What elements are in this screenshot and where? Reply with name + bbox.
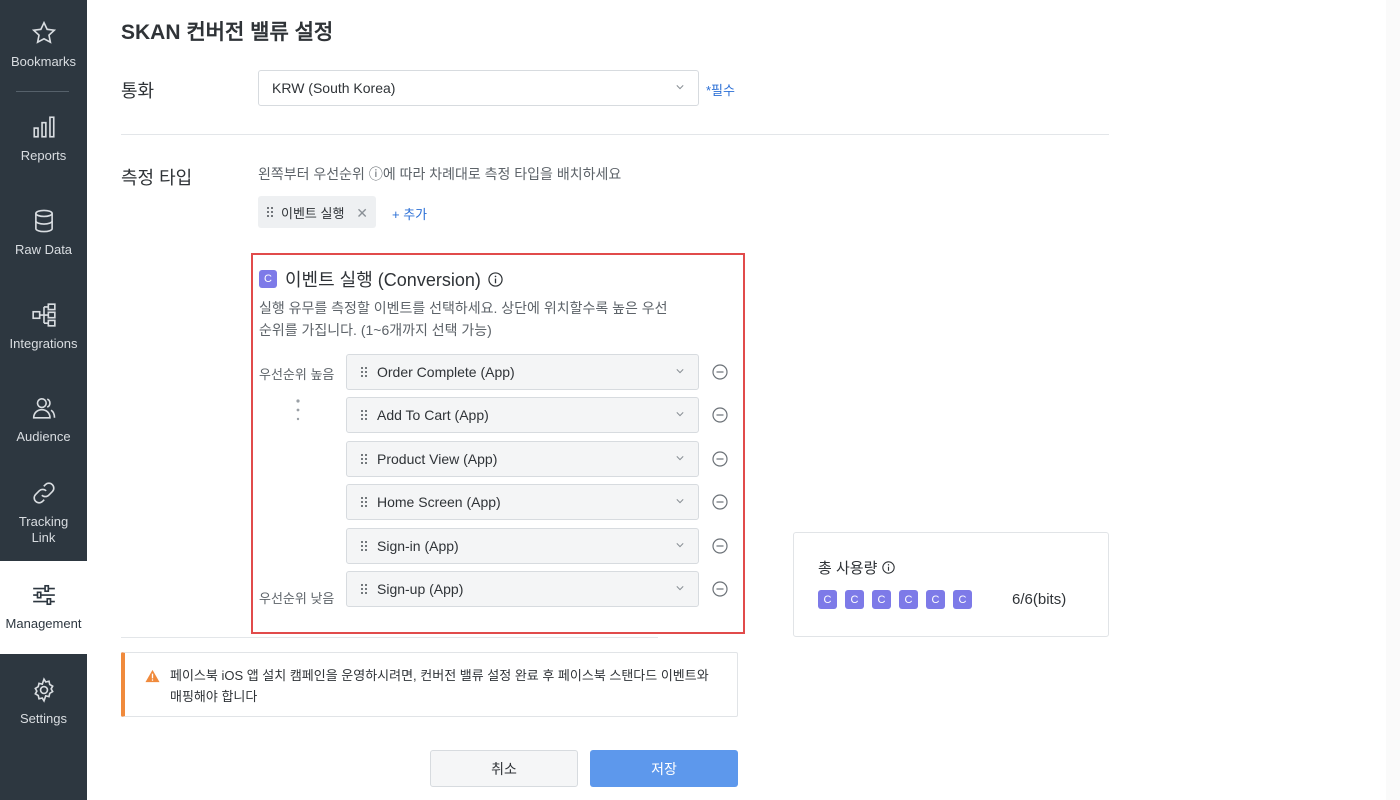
currency-value: KRW (South Korea) — [272, 80, 396, 96]
sidebar-item-label: Integrations — [9, 336, 78, 351]
event-name: Add To Cart (App) — [377, 407, 489, 423]
sidebar-item-label: Management — [5, 616, 82, 631]
event-name: Sign-up (App) — [377, 581, 464, 597]
sidebar-divider — [16, 91, 69, 92]
page-title: SKAN 컨버전 밸류 설정 — [121, 21, 334, 44]
drag-handle-icon[interactable] — [266, 206, 274, 218]
warning-banner: 페이스북 iOS 앱 설치 캠페인을 운영하시려면, 컨버전 밸류 설정 완료 … — [121, 652, 738, 717]
remove-circle-icon[interactable] — [712, 494, 728, 510]
main-content: SKAN 컨버전 밸류 설정 통화 KRW (South Korea) *필수 … — [87, 0, 1400, 800]
sidebar-item-label: Settings — [20, 711, 67, 726]
conversion-panel: C 이벤트 실행 (Conversion) 실행 유무를 측정할 이벤트를 선택… — [251, 253, 745, 634]
panel-title: C 이벤트 실행 (Conversion) — [259, 266, 503, 292]
divider — [121, 134, 1109, 135]
measure-type-label: 측정 타입 — [121, 168, 193, 188]
usage-title: 총 사용량 — [818, 557, 896, 578]
warning-text: 페이스북 iOS 앱 설치 캠페인을 운영하시려면, 컨버전 밸류 설정 완료 … — [170, 668, 709, 704]
drag-handle-icon[interactable] — [359, 496, 369, 508]
database-icon — [34, 209, 53, 233]
drag-handle-icon[interactable] — [359, 366, 369, 378]
measure-type-hint: 왼쪽부터 우선순위 ⓘ에 따라 차례대로 측정 타입을 배치하세요 — [258, 166, 622, 182]
conversion-badge: C — [872, 590, 891, 609]
usage-title-text: 총 사용량 — [818, 560, 878, 577]
priority-low-label: 우선순위 낮음 — [259, 591, 335, 606]
remove-circle-icon[interactable] — [712, 407, 728, 423]
users-icon — [32, 397, 55, 419]
bar-chart-icon — [32, 116, 55, 138]
drag-handle-icon[interactable] — [359, 453, 369, 465]
add-measure-type-link[interactable]: + 추가 — [392, 204, 427, 223]
remove-circle-icon[interactable] — [712, 451, 728, 467]
event-name: Sign-in (App) — [377, 538, 459, 554]
sidebar-item-integrations[interactable]: Integrations — [0, 302, 87, 352]
panel-title-text: 이벤트 실행 (Conversion) — [285, 270, 481, 290]
event-name: Order Complete (App) — [377, 364, 515, 380]
conversion-badge: C — [818, 590, 837, 609]
scrollbar[interactable] — [1386, 0, 1400, 800]
flow-icon — [31, 303, 56, 327]
conversion-badge: C — [259, 270, 277, 288]
usage-badges: C C C C C C — [818, 590, 972, 609]
remove-circle-icon[interactable] — [712, 538, 728, 554]
event-select[interactable]: Home Screen (App) — [346, 484, 699, 520]
cancel-button[interactable]: 취소 — [430, 750, 578, 787]
star-icon — [31, 20, 56, 44]
sidebar-item-label: Tracking Link — [18, 514, 69, 545]
drag-handle-icon[interactable] — [359, 540, 369, 552]
event-select[interactable]: Order Complete (App) — [346, 354, 699, 390]
link-icon — [32, 482, 55, 504]
save-button[interactable]: 저장 — [590, 750, 738, 787]
chevron-down-icon — [676, 499, 684, 504]
chevron-down-icon — [676, 456, 684, 461]
remove-circle-icon[interactable] — [712, 364, 728, 380]
divider — [121, 637, 658, 638]
sidebar-item-settings[interactable]: Settings — [0, 677, 87, 727]
event-select[interactable]: Add To Cart (App) — [346, 397, 699, 433]
info-icon[interactable] — [488, 271, 503, 287]
warning-icon — [145, 669, 160, 683]
usage-card: 총 사용량 C C C C C C 6/6(bits) — [793, 532, 1109, 637]
gear-icon — [33, 677, 54, 703]
conversion-badge: C — [845, 590, 864, 609]
priority-high-label: 우선순위 높음 — [259, 367, 335, 382]
vertical-dots-icon — [296, 399, 300, 421]
conversion-badge: C — [926, 590, 945, 609]
sidebar-item-tracking-link[interactable]: Tracking Link — [0, 480, 87, 546]
sidebar-item-bookmarks[interactable]: Bookmarks — [0, 20, 87, 70]
chevron-down-icon — [676, 543, 684, 548]
sidebar-item-reports[interactable]: Reports — [0, 114, 87, 164]
measure-type-chip[interactable]: 이벤트 실행 ✕ — [258, 196, 376, 228]
currency-select[interactable]: KRW (South Korea) — [258, 70, 699, 106]
chevron-down-icon — [676, 586, 684, 591]
panel-description: 실행 유무를 측정할 이벤트를 선택하세요. 상단에 위치할수록 높은 우선순위… — [259, 300, 668, 338]
drag-handle-icon[interactable] — [359, 583, 369, 595]
required-marker: *필수 — [706, 83, 735, 98]
conversion-badge: C — [953, 590, 972, 609]
sidebar-item-raw-data[interactable]: Raw Data — [0, 208, 87, 258]
sidebar-item-label: Raw Data — [14, 242, 73, 257]
chevron-down-icon — [676, 412, 684, 417]
event-select[interactable]: Sign-up (App) — [346, 571, 699, 607]
sliders-icon — [32, 584, 55, 606]
info-icon[interactable] — [882, 561, 896, 574]
event-name: Home Screen (App) — [377, 494, 501, 510]
event-select[interactable]: Product View (App) — [346, 441, 699, 477]
sidebar-item-management[interactable]: Management — [0, 561, 87, 654]
chip-label: 이벤트 실행 — [281, 205, 345, 221]
sidebar-item-label: Reports — [20, 148, 67, 163]
drag-handle-icon[interactable] — [359, 409, 369, 421]
sidebar-item-label: Audience — [16, 429, 71, 444]
currency-label: 통화 — [121, 81, 155, 101]
chevron-down-icon — [676, 369, 684, 374]
chevron-down-icon — [676, 85, 684, 90]
usage-bits: 6/6(bits) — [1012, 591, 1067, 608]
event-name: Product View (App) — [377, 451, 498, 467]
remove-circle-icon[interactable] — [712, 581, 728, 597]
sidebar-item-audience[interactable]: Audience — [0, 395, 87, 445]
event-select[interactable]: Sign-in (App) — [346, 528, 699, 564]
sidebar: Bookmarks Reports Raw Data Integrations … — [0, 0, 87, 800]
conversion-badge: C — [899, 590, 918, 609]
close-icon[interactable]: ✕ — [356, 205, 368, 222]
sidebar-item-label: Bookmarks — [10, 54, 77, 69]
